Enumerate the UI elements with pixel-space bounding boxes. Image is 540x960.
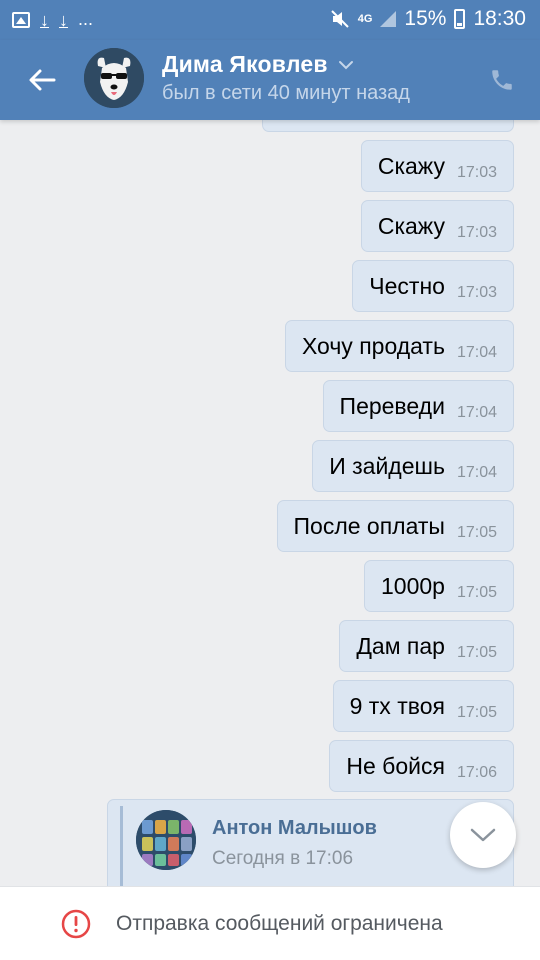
message-time: 17:05 xyxy=(456,524,497,541)
message-bubble[interactable]: После оплаты 17:05 xyxy=(276,500,514,552)
forward-author-avatar[interactable] xyxy=(136,810,196,870)
download-icon: ↓ xyxy=(40,9,49,30)
message-time: 17:03 xyxy=(456,224,497,241)
message-text: Переведи xyxy=(339,392,445,419)
scroll-down-button[interactable] xyxy=(450,802,516,868)
message-text: После оплаты xyxy=(293,512,445,539)
message-bubble[interactable]: Хочу продать 17:04 xyxy=(284,320,514,372)
message-time: 17:05 xyxy=(456,644,497,661)
message-time: 17:04 xyxy=(456,464,497,481)
mute-icon xyxy=(330,9,350,29)
last-seen-status: был в сети 40 минут назад xyxy=(162,82,410,104)
forward-author-name[interactable]: Антон Малышов xyxy=(212,817,377,840)
phone-icon xyxy=(492,70,512,90)
message-time: 17:06 xyxy=(456,764,497,781)
contact-avatar[interactable] xyxy=(84,48,144,108)
network-type: 4G xyxy=(357,12,373,25)
chevron-down-icon xyxy=(470,828,496,842)
message-text: Честно xyxy=(369,272,445,299)
message-bubble[interactable]: Скажу 17:03 xyxy=(360,140,514,192)
message-text: Хочу продать xyxy=(301,332,445,359)
arrow-left-icon xyxy=(29,69,56,91)
message-time: 17:04 xyxy=(456,404,497,421)
signal-icon xyxy=(380,11,397,27)
status-right: 4G 15% 18:30 xyxy=(330,7,526,31)
gallery-icon xyxy=(12,11,30,28)
composer-restricted-bar: Отправка сообщений ограничена xyxy=(0,886,540,960)
restriction-message: Отправка сообщений ограничена xyxy=(116,912,443,935)
battery-icon xyxy=(454,9,466,29)
forward-bar xyxy=(120,806,123,886)
download-icon: ↓ xyxy=(59,9,68,30)
game-cards-image xyxy=(136,810,196,870)
message-bubble[interactable]: Дам пар 17:05 xyxy=(339,620,514,672)
message-time: 17:03 xyxy=(456,164,497,181)
message-bubble[interactable]: 9 тх твоя 17:05 xyxy=(332,680,514,732)
message-text: Скажу xyxy=(377,212,445,239)
status-ellipsis: ... xyxy=(78,9,94,29)
message-bubble[interactable] xyxy=(262,120,514,132)
contact-name[interactable]: Дима Яковлев xyxy=(162,51,354,78)
chevron-down-icon[interactable] xyxy=(338,60,354,70)
message-bubble[interactable]: Переведи 17:04 xyxy=(322,380,514,432)
message-text: 1000р xyxy=(380,572,445,599)
message-time: 17:03 xyxy=(456,284,497,301)
message-text: 9 тх твоя xyxy=(349,692,445,719)
back-button[interactable] xyxy=(18,58,66,102)
message-text: Дам пар xyxy=(356,632,445,659)
contact-name-label: Дима Яковлев xyxy=(162,51,328,77)
battery-percent: 15% xyxy=(404,7,447,30)
chat-header: Дима Яковлев был в сети 40 минут назад xyxy=(0,40,540,120)
call-button[interactable] xyxy=(482,60,522,100)
message-bubble[interactable]: 1000р 17:05 xyxy=(363,560,514,612)
message-list[interactable]: Скажу 17:03 Скажу 17:03 Честно 17:03 Хоч… xyxy=(0,120,540,886)
clock: 18:30 xyxy=(473,7,526,30)
message-bubble[interactable]: И зайдешь 17:04 xyxy=(312,440,514,492)
status-left: ↓ ↓ ... xyxy=(12,9,93,30)
message-time: 17:04 xyxy=(456,344,497,361)
message-bubble[interactable]: Не бойся 17:06 xyxy=(329,740,514,792)
warning-icon xyxy=(61,909,91,939)
message-time: 17:05 xyxy=(456,584,497,601)
message-bubble[interactable]: Скажу 17:03 xyxy=(360,200,514,252)
message-text: Скажу xyxy=(377,152,445,179)
message-text: Не бойся xyxy=(346,752,445,779)
message-bubble[interactable]: Честно 17:03 xyxy=(352,260,514,312)
message-text: И зайдешь xyxy=(329,452,445,479)
forward-time: Сегодня в 17:06 xyxy=(212,848,354,869)
dog-avatar-image xyxy=(84,48,144,108)
status-bar: ↓ ↓ ... 4G 15% 18:30 xyxy=(0,0,540,40)
message-time: 17:05 xyxy=(456,704,497,721)
